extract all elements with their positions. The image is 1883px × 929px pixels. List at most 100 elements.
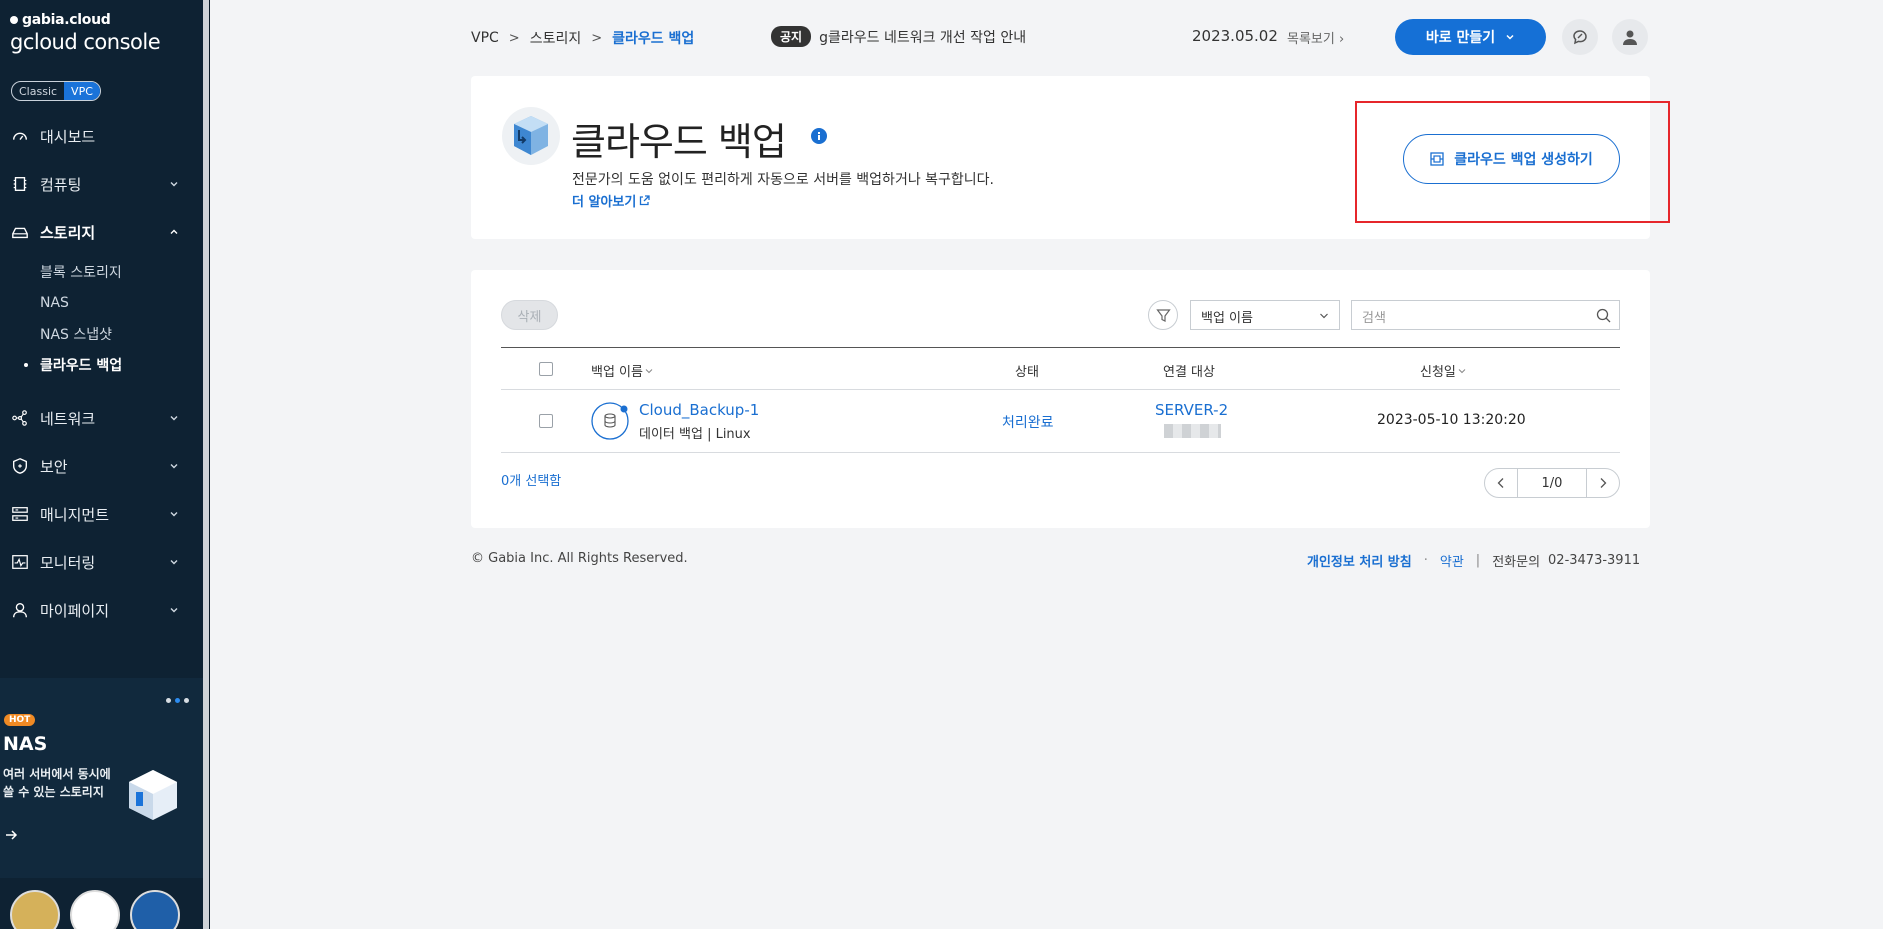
notice-text[interactable]: g클라우드 네트워크 개선 작업 안내 (819, 27, 1026, 47)
search-placeholder: 검색 (1362, 311, 1386, 326)
user-icon (10, 600, 30, 620)
sidebar-item-storage[interactable]: 스토리지 (0, 208, 204, 256)
table-header: 백업 이름 상태 연결 대상 신청일 (501, 347, 1620, 390)
sidebar-nav: 대시보드 컴퓨팅 스토리지 블록 스토리지 NAS NAS 스냅샷 클라우드 백… (0, 112, 204, 634)
prev-page-button[interactable] (1485, 469, 1517, 497)
info-icon[interactable] (811, 128, 827, 144)
network-icon (10, 408, 30, 428)
chevron-down-icon (1320, 313, 1328, 319)
sidebar-item-label: 매니지먼트 (40, 505, 110, 524)
cloud-service-badge-icon (70, 890, 120, 929)
learn-more-label: 더 알아보기 (572, 195, 637, 210)
notice-list-link[interactable]: 목록보기 › (1287, 28, 1344, 47)
terms-link[interactable]: 약관 (1440, 551, 1464, 570)
notice-banner[interactable]: 공지 g클라우드 네트워크 개선 작업 안내 (771, 26, 1026, 47)
promo-banner[interactable]: HOT NAS 여러 서버에서 동시에 쓸 수 있는 스토리지 (0, 678, 204, 878)
select-all-checkbox[interactable] (539, 362, 553, 376)
sort-icon (645, 368, 653, 373)
search-icon[interactable] (1596, 308, 1611, 323)
create-cloud-backup-label: 클라우드 백업 생성하기 (1454, 152, 1593, 168)
brand-main-text: gcloud console (10, 30, 161, 54)
cloud-backup-icon (502, 107, 560, 165)
sidebar-subitem-nas[interactable]: NAS (40, 287, 204, 318)
quick-create-label: 바로 만들기 (1425, 30, 1496, 46)
column-header-status: 상태 (1015, 361, 1039, 380)
sidebar-item-dashboard[interactable]: 대시보드 (0, 112, 204, 160)
promo-desc: 여러 서버에서 동시에 쓸 수 있는 스토리지 (3, 767, 111, 799)
column-header-target: 연결 대상 (1163, 361, 1215, 380)
gabia-logo-icon (10, 16, 18, 24)
sidebar-item-mypage[interactable]: 마이페이지 (0, 586, 204, 634)
storage-submenu: 블록 스토리지 NAS NAS 스냅샷 클라우드 백업 (0, 256, 204, 380)
profile-button[interactable] (1612, 19, 1648, 55)
backup-add-icon (1430, 152, 1444, 166)
column-header-name[interactable]: 백업 이름 (591, 361, 653, 380)
sidebar-subitem-cloud-backup[interactable]: 클라우드 백업 (24, 349, 204, 380)
sidebar-item-label: 마이페이지 (40, 601, 110, 620)
sidebar-item-label: 스토리지 (40, 223, 96, 242)
sidebar-item-security[interactable]: 보안 (0, 442, 204, 490)
column-name-label: 백업 이름 (591, 365, 643, 380)
privacy-policy-link[interactable]: 개인정보 처리 방침 (1307, 551, 1412, 570)
copyright: © Gabia Inc. All Rights Reserved. (471, 551, 688, 566)
storage-icon (10, 222, 30, 242)
chevron-left-icon (1497, 478, 1504, 488)
sidebar-item-label: 컴퓨팅 (40, 175, 82, 194)
mode-vpc-button[interactable]: VPC (64, 82, 100, 100)
table-row[interactable]: Cloud_Backup-1 데이터 백업 | Linux 처리완료 SERVE… (501, 390, 1620, 453)
dashboard-icon (10, 126, 30, 146)
next-page-button[interactable] (1587, 469, 1619, 497)
sidebar-item-network[interactable]: 네트워크 (0, 394, 204, 442)
certification-badges (10, 890, 180, 929)
sidebar-item-label: 네트워크 (40, 409, 96, 428)
chevron-down-icon (170, 464, 178, 469)
delete-button[interactable]: 삭제 (501, 300, 558, 330)
chevron-down-icon (170, 608, 178, 613)
chevron-down-icon (170, 512, 178, 517)
user-icon (1623, 30, 1637, 45)
create-cloud-backup-button[interactable]: 클라우드 백업 생성하기 (1403, 134, 1620, 184)
chevron-down-icon (170, 182, 178, 187)
request-date: 2023-05-10 13:20:20 (1377, 412, 1526, 428)
promo-title: NAS (3, 733, 48, 755)
connected-server-link[interactable]: SERVER-2 (1155, 401, 1228, 419)
redacted-ip (1164, 424, 1221, 438)
learn-more-link[interactable]: 더 알아보기 (572, 191, 650, 210)
breadcrumb-storage[interactable]: 스토리지 (530, 28, 582, 48)
chevron-down-icon (170, 416, 178, 421)
search-field-select[interactable]: 백업 이름 (1190, 300, 1340, 330)
chat-button[interactable] (1562, 19, 1598, 55)
column-header-date[interactable]: 신청일 (1420, 361, 1466, 380)
chevron-right-icon (1600, 478, 1607, 488)
filter-icon (1155, 308, 1171, 322)
sidebar-item-management[interactable]: 매니지먼트 (0, 490, 204, 538)
sidebar-item-monitoring[interactable]: 모니터링 (0, 538, 204, 586)
page-indicator: 1/0 (1517, 469, 1587, 497)
filter-button[interactable] (1148, 300, 1178, 330)
chevron-up-icon (170, 229, 178, 234)
column-target-label: 연결 대상 (1163, 365, 1215, 380)
backup-list-card: 삭제 백업 이름 검색 백업 이름 상태 연결 대상 신청일 Cloud_Bac… (471, 270, 1650, 528)
sidebar-subitem-nas-snapshot[interactable]: NAS 스냅샷 (40, 318, 204, 349)
selected-count: 0개 선택함 (501, 474, 562, 489)
column-date-label: 신청일 (1420, 365, 1456, 380)
breadcrumb: VPC > 스토리지 > 클라우드 백업 (471, 28, 694, 48)
brand-logo[interactable]: gabia.cloud gcloud console (10, 12, 161, 54)
promo-pagination[interactable] (166, 698, 189, 703)
search-input[interactable]: 검색 (1351, 300, 1620, 330)
row-checkbox[interactable] (539, 414, 553, 428)
sort-icon (1458, 368, 1466, 373)
sidebar-subitem-block-storage[interactable]: 블록 스토리지 (40, 256, 204, 287)
breadcrumb-separator: > (591, 30, 603, 46)
quick-create-button[interactable]: 바로 만들기 (1395, 19, 1546, 55)
breadcrumb-vpc[interactable]: VPC (471, 30, 499, 46)
sidebar-scrollbar[interactable] (203, 0, 209, 929)
shield-icon (10, 456, 30, 476)
mode-classic-button[interactable]: Classic (12, 82, 64, 100)
notice-tag: 공지 (771, 26, 812, 47)
backup-name-link[interactable]: Cloud_Backup-1 (639, 401, 759, 419)
sidebar-item-computing[interactable]: 컴퓨팅 (0, 160, 204, 208)
hot-badge: HOT (4, 714, 36, 726)
notice-list-label: 목록보기 (1287, 32, 1335, 47)
arrow-right-icon[interactable] (4, 828, 18, 842)
